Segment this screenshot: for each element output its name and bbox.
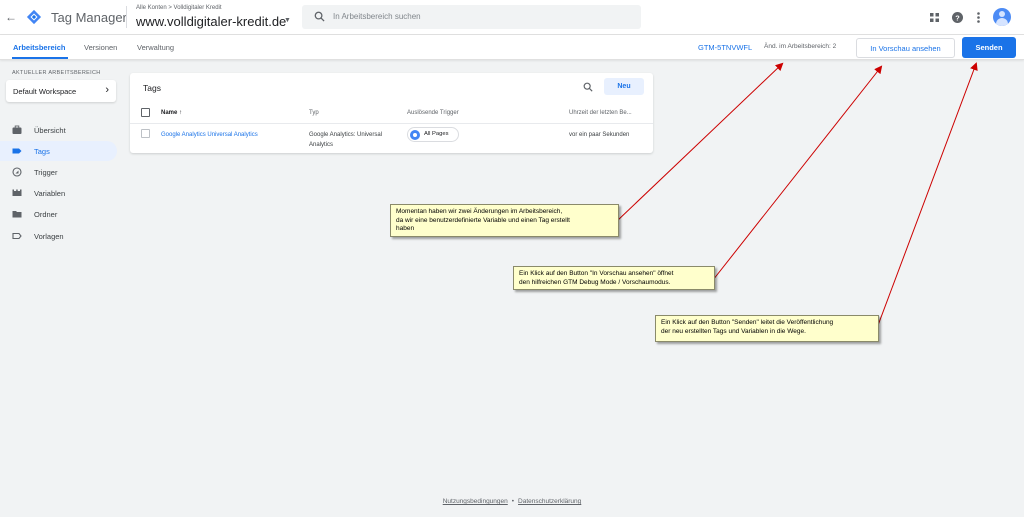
annotation-note-preview: Ein Klick auf den Button "In Vorschau an… [513,266,715,290]
tag-manager-logo-icon[interactable] [26,9,42,25]
top-app-bar: ← Tag Manager Alle Konten > Volldigitale… [0,0,1024,35]
caret-down-icon[interactable]: ▼ [284,17,291,24]
trigger-icon [12,167,22,177]
sidebar-item-vorlagen[interactable]: Vorlagen [0,226,117,246]
select-all-checkbox[interactable] [141,108,150,117]
tag-name-link[interactable]: Google Analytics Universal Analytics [161,130,258,140]
terms-link[interactable]: Nutzungsbedingungen [443,498,508,505]
card-title: Tags [143,83,161,93]
eye-icon [410,130,420,140]
header-divider [126,6,127,28]
privacy-link[interactable]: Datenschutzerklärung [518,498,581,505]
note-line: haben [396,225,415,232]
search-icon [314,11,325,22]
tag-icon [12,148,22,154]
header-row-divider [130,123,653,124]
workspace-section-label: AKTUELLER ARBEITSBEREICH [12,70,101,76]
note-line: den hilfreichen GTM Debug Mode / Vorscha… [519,278,671,286]
container-selector[interactable]: www.volldigitaler-kredit.de [136,14,286,29]
column-header-last-edited[interactable]: Uhrzeit der letzten Be... [569,110,632,116]
sidebar-item-label: Vorlagen [34,232,64,241]
note-line: der neu erstellten Tags und Variablen in… [661,327,806,335]
note-line: Momentan haben wir zwei Änderungen im Ar… [396,208,563,215]
arrow-to-preview [712,65,883,281]
page-footer: Nutzungsbedingungen • Datenschutzerklärung [0,498,1024,505]
help-icon[interactable]: ? [952,12,963,23]
back-arrow-icon[interactable]: ← [5,10,17,24]
arrow-to-submit [876,62,978,329]
app-title: Tag Manager [51,10,127,25]
column-header-trigger[interactable]: Auslösende Trigger [407,110,459,116]
sidebar-item-label: Variablen [34,189,66,198]
workspace-selector[interactable]: Default Workspace › [6,80,116,102]
avatar-head [999,11,1005,17]
tag-type: Google Analytics: Universal Analytics [309,130,382,150]
avatar-shoulders [996,18,1008,26]
submit-button[interactable]: Senden [962,37,1016,58]
trigger-chip-label: All Pages [424,131,449,137]
svg-text:?: ? [955,13,960,22]
tab-verwaltung[interactable]: Verwaltung [137,43,174,52]
trigger-chip[interactable]: All Pages [407,127,459,142]
footer-separator: • [511,498,515,505]
sidebar-item-ordner[interactable]: Ordner [0,204,117,224]
workspace-changes-count: Änd. im Arbeitsbereich: 2 [764,43,837,50]
sidebar-item-uebersicht[interactable]: Übersicht [0,120,117,140]
sidebar-item-label: Trigger [34,168,58,177]
note-line: da wir eine benutzerdefinierte Variable … [396,216,570,224]
tab-versionen[interactable]: Versionen [84,43,117,52]
preview-button[interactable]: In Vorschau ansehen [856,38,955,58]
account-avatar-icon[interactable] [993,8,1011,26]
account-breadcrumb[interactable]: Alle Konten > Volldigitaler Kredit [136,5,222,11]
sidebar-item-trigger[interactable]: Trigger [0,162,117,182]
workspace-name: Default Workspace [13,87,77,96]
annotation-note-submit: Ein Klick auf den Button "Senden" leitet… [655,315,879,342]
column-header-type[interactable]: Typ [309,110,319,116]
sidebar-item-label: Übersicht [34,126,66,135]
sidebar-item-label: Ordner [34,210,58,219]
variables-icon [12,189,22,196]
sidebar-item-tags[interactable]: Tags [0,141,117,161]
sidebar-item-label: Tags [34,147,50,156]
briefcase-icon [12,125,22,134]
last-edited-time: vor ein paar Sekunden [569,132,630,138]
more-vert-icon[interactable] [977,12,980,23]
sidebar-item-variablen[interactable]: Variablen [0,183,117,203]
new-tag-button[interactable]: Neu [604,78,644,95]
template-icon [12,232,22,240]
annotation-note-changes: Momentan haben wir zwei Änderungen im Ar… [390,204,619,237]
apps-grid-icon[interactable] [930,13,939,22]
search-input[interactable]: In Arbeitsbereich suchen [333,12,421,21]
active-tab-indicator [12,57,68,59]
table-search-icon[interactable] [583,82,593,92]
folder-icon [12,211,22,218]
note-line: Ein Klick auf den Button "In Vorschau an… [519,270,674,277]
workspace-subnav: Arbeitsbereich Versionen Verwaltung GTM-… [0,35,1024,60]
tag-type-line1: Google Analytics: Universal [309,132,383,138]
workspace-search[interactable]: In Arbeitsbereich suchen [302,5,641,29]
row-checkbox[interactable] [141,129,150,138]
tags-table-card: Tags Neu Name ↑ Typ Auslösende Trigger U… [130,73,653,153]
column-header-name[interactable]: Name ↑ [161,110,182,116]
note-line: Ein Klick auf den Button "Senden" leitet… [661,319,834,326]
tag-type-line2: Analytics [309,142,334,148]
container-id-link[interactable]: GTM-5TNVWFL [698,43,752,52]
tab-arbeitsbereich[interactable]: Arbeitsbereich [13,43,66,52]
chevron-right-icon: › [105,84,109,96]
